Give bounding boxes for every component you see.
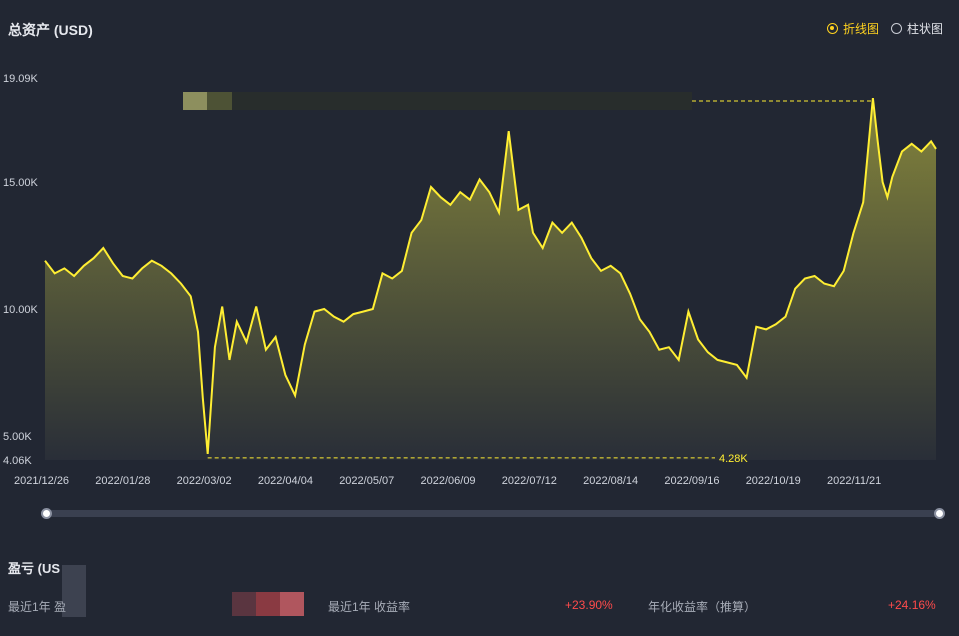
line-chart-option[interactable]: 折线图 [826,20,879,37]
redacted-block [232,592,256,616]
asset-area-chart: 4.06K 5.00K 10.00K 15.00K 19.09K 2021/12/26 2… [3,73,937,487]
recent-year-pnl-label: 最近1年 盈 [8,600,67,614]
x-tick-label: 2022/07/12 [502,475,557,487]
bar-chart-option[interactable]: 柱状图 [890,20,943,37]
y-tick-label: 10.00K [3,304,39,316]
range-slider-end-handle[interactable] [934,508,945,519]
redacted-block [256,592,280,616]
x-tick-label: 2022/03/02 [177,475,232,487]
x-tick-label: 2022/10/19 [746,475,801,487]
radio-unselected-icon [890,23,902,34]
page-title: 总资产 (USD) [8,22,93,38]
x-tick-label: 2022/11/21 [827,475,881,487]
range-slider-start-handle[interactable] [41,508,52,519]
line-chart-label: 折线图 [842,22,879,36]
x-tick-label: 2022/01/28 [95,475,150,487]
x-tick-label: 2022/05/07 [339,475,394,487]
x-tick-label: 2022/08/14 [583,475,638,487]
recent-year-return-label: 最近1年 收益率 [328,600,411,614]
y-tick-label: 19.09K [3,73,39,85]
chart-type-toggle: 折线图 柱状图 [826,20,943,37]
x-tick-label: 2021/12/26 [14,475,69,487]
annualized-return-value: +24.16% [888,598,936,612]
redacted-block [280,592,304,616]
range-slider-track[interactable] [45,510,939,517]
y-tick-label: 4.06K [3,455,32,467]
redacted-max-label [183,92,692,110]
x-tick-label: 2022/09/16 [664,475,719,487]
y-tick-label: 5.00K [3,431,32,443]
radio-selected-icon [826,23,838,34]
series-area [45,98,936,460]
min-value-label: 4.28K [719,453,748,465]
recent-year-return-value: +23.90% [565,598,613,612]
annualized-return-label: 年化收益率（推算） [648,600,757,614]
y-tick-label: 15.00K [3,177,39,189]
pnl-title: 盈亏 (US [8,561,61,576]
x-tick-label: 2022/06/09 [421,475,476,487]
bar-chart-label: 柱状图 [906,22,943,36]
x-tick-label: 2022/04/04 [258,475,313,487]
